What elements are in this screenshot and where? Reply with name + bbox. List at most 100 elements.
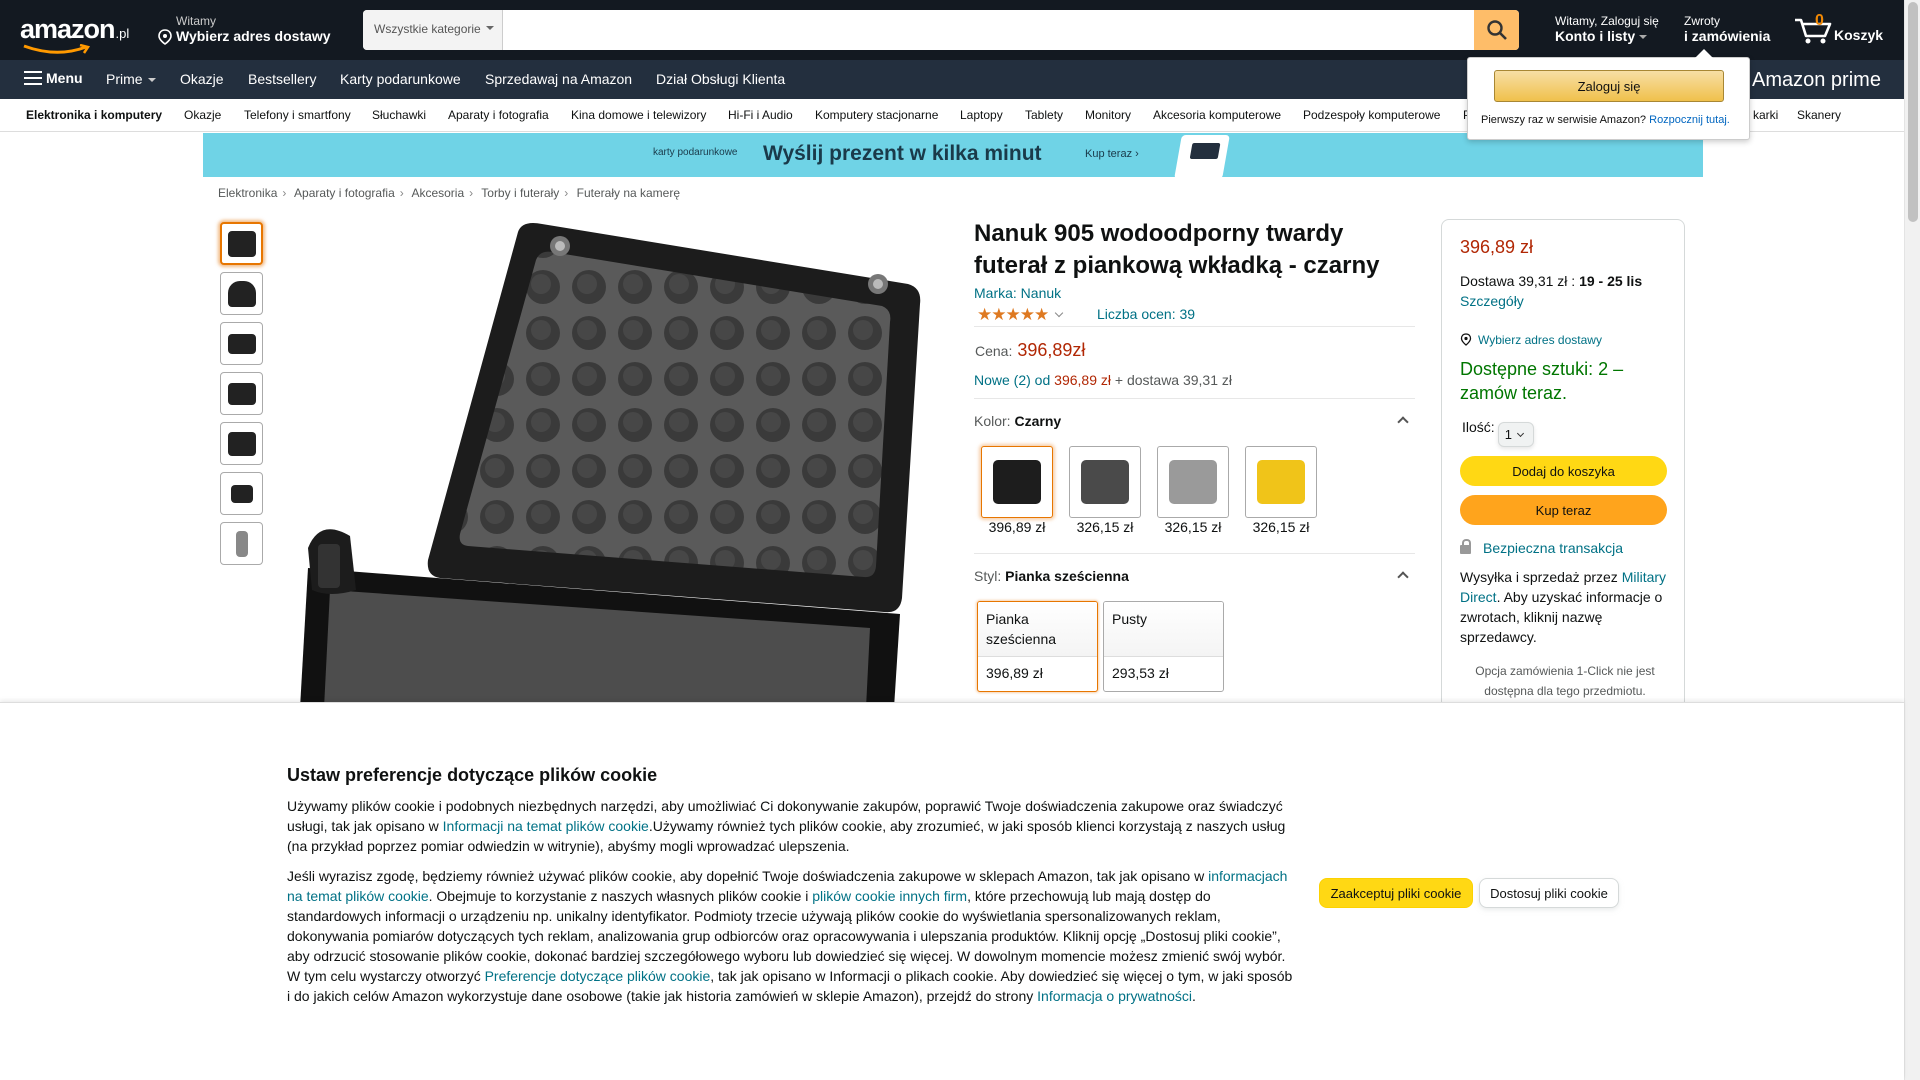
subnav-item[interactable]: Tablety xyxy=(1025,108,1063,122)
search-bar: Wszystkie kategorie xyxy=(363,10,1519,50)
color-label: Kolor: Czarny xyxy=(974,413,1061,429)
details-link[interactable]: Szczegóły xyxy=(1460,293,1524,309)
case-thumbnail-icon xyxy=(227,431,256,456)
style-option[interactable]: Pusty 293,53 zł xyxy=(1103,601,1224,692)
third-party-cookies-link[interactable]: plików cookie innych firm xyxy=(812,888,967,904)
scrollbar-thumb[interactable] xyxy=(1908,2,1918,222)
quantity-label: Ilość: xyxy=(1462,419,1495,435)
search-input[interactable] xyxy=(504,10,1464,50)
swatch-price: 326,15 zł xyxy=(1076,519,1134,535)
hamburger-menu-button[interactable]: Menu xyxy=(24,70,83,86)
thumbnail[interactable] xyxy=(220,222,263,265)
case-thumbnail-icon xyxy=(227,280,256,307)
nav-item-karty-podarunkowe[interactable]: Karty podarunkowe xyxy=(340,71,461,87)
account-label: Konto i listy xyxy=(1555,28,1636,44)
case-thumbnail-icon xyxy=(227,230,256,257)
star-rating[interactable]: ★★★★★ xyxy=(977,305,1074,325)
search-category-select[interactable]: Wszystkie kategorie xyxy=(363,10,503,50)
thumbnail[interactable] xyxy=(220,522,263,565)
nav-item-prime[interactable]: Prime xyxy=(106,71,156,87)
nav-item-bestsellery[interactable]: Bestsellery xyxy=(248,71,316,87)
breadcrumb-item[interactable]: Torby i futerały xyxy=(481,186,559,200)
new-customer-label: Pierwszy raz w serwisie Amazon? xyxy=(1481,114,1647,126)
quantity-select[interactable]: 1 xyxy=(1497,422,1534,447)
subnav-item[interactable]: karki xyxy=(1753,108,1778,122)
banner-giftcard-logo: karty podarunkowe xyxy=(653,147,738,158)
cookie-text: . xyxy=(1191,988,1196,1004)
signin-button[interactable]: Zaloguj się xyxy=(1494,70,1724,102)
rating-count-link[interactable]: Liczba ocen: 39 xyxy=(1097,306,1195,322)
cookie-info-link[interactable]: Informacji na temat plików cookie xyxy=(443,818,649,834)
subnav-item[interactable]: Słuchawki xyxy=(372,108,426,122)
seller-info: Wysyłka i sprzedaż przez Military Direct… xyxy=(1460,567,1675,647)
amazon-logo[interactable]: amazon.pl xyxy=(20,14,140,54)
subnav-item[interactable]: Akcesoria komputerowe xyxy=(1153,108,1281,122)
cookie-preferences-link[interactable]: Preferencje dotyczące plików cookie xyxy=(485,968,711,984)
quantity-row: Ilość: 1 xyxy=(1462,419,1534,447)
cart-button[interactable]: 0 Koszyk xyxy=(1793,10,1893,50)
banner-cta[interactable]: Kup teraz › xyxy=(1085,148,1139,160)
color-swatch[interactable] xyxy=(1157,446,1229,518)
delivery-prefix: Dostawa 39,31 zł : xyxy=(1460,273,1576,289)
subnav-item[interactable]: Okazje xyxy=(184,108,221,122)
subnav-item[interactable]: Komputery stacjonarne xyxy=(815,108,938,122)
chevron-up-icon[interactable] xyxy=(1397,416,1409,428)
returns-orders[interactable]: Zwroty i zamówienia xyxy=(1684,14,1770,44)
subnav-item[interactable]: Aparaty i fotografia xyxy=(448,108,549,122)
nav-item-obsluga-klienta[interactable]: Dział Obsługi Klienta xyxy=(656,71,785,87)
page-scrollbar[interactable] xyxy=(1904,0,1920,1080)
subnav-item[interactable]: Telefony i smartfony xyxy=(244,108,351,122)
buy-now-button[interactable]: Kup teraz xyxy=(1460,495,1667,525)
cart-label: Koszyk xyxy=(1834,27,1884,43)
thumbnail[interactable] xyxy=(220,472,263,515)
account-lists[interactable]: Witamy, Zaloguj się Konto i listy xyxy=(1555,14,1659,44)
add-to-cart-button[interactable]: Dodaj do koszyka xyxy=(1460,456,1667,486)
brand-link[interactable]: Marka: Nanuk xyxy=(974,285,1061,301)
secure-transaction-link[interactable]: Bezpieczna transakcja xyxy=(1460,539,1623,556)
subnav-item[interactable]: Podzespoły komputerowe xyxy=(1303,108,1440,122)
lock-icon xyxy=(1460,539,1471,554)
accept-cookies-button[interactable]: Zaakceptuj pliki cookie xyxy=(1319,878,1473,908)
hamburger-icon xyxy=(24,71,42,85)
subnav-item[interactable]: Kina domowe i telewizory xyxy=(571,108,706,122)
nav-item-okazje[interactable]: Okazje xyxy=(180,71,224,87)
choose-address-link[interactable]: Wybierz adres dostawy xyxy=(1460,333,1602,347)
case-thumbnail-icon xyxy=(227,382,256,405)
amazon-prime-ad[interactable]: Amazon prime xyxy=(1752,69,1881,92)
subnav-item[interactable]: Monitory xyxy=(1085,108,1131,122)
subnav-item[interactable]: Elektronika i komputery xyxy=(26,108,162,122)
thumbnail[interactable] xyxy=(220,422,263,465)
new-offers-link[interactable]: Nowe (2) od xyxy=(974,372,1050,388)
case-thumbnail-icon xyxy=(230,484,253,503)
search-button[interactable] xyxy=(1474,10,1519,50)
logo-text: amazon xyxy=(20,14,116,44)
thumbnail-strip xyxy=(220,222,263,572)
breadcrumb: Elektronika › Aparaty i fotografia › Akces… xyxy=(218,186,680,200)
thumbnail[interactable] xyxy=(220,322,263,365)
delivery-info: Dostawa 39,31 zł : 19 - 25 lis Szczegóły xyxy=(1460,271,1675,311)
nav-item-sprzedawaj[interactable]: Sprzedawaj na Amazon xyxy=(485,71,632,87)
customize-cookies-button[interactable]: Dostosuj pliki cookie xyxy=(1479,878,1619,908)
thumbnail[interactable] xyxy=(220,372,263,415)
buy-box: 396,89 zł Dostawa 39,31 zł : 19 - 25 lis… xyxy=(1441,219,1685,709)
thumbnail[interactable] xyxy=(220,272,263,315)
breadcrumb-item[interactable]: Elektronika xyxy=(218,186,277,200)
product-main-image[interactable] xyxy=(290,218,930,708)
divider xyxy=(974,398,1415,399)
style-option[interactable]: Pianka sześcienna 396,89 zł xyxy=(977,601,1098,692)
color-swatch[interactable] xyxy=(981,446,1053,518)
subnav-item[interactable]: Hi-Fi i Audio xyxy=(728,108,793,122)
color-swatch[interactable] xyxy=(1245,446,1317,518)
subnav-item[interactable]: Skanery xyxy=(1797,108,1841,122)
chevron-up-icon[interactable] xyxy=(1397,571,1409,583)
privacy-notice-link[interactable]: Informacja o prywatności xyxy=(1037,988,1192,1004)
breadcrumb-item[interactable]: Akcesoria xyxy=(411,186,464,200)
start-here-link[interactable]: Rozpocznij tutaj. xyxy=(1649,114,1730,126)
breadcrumb-item[interactable]: Futerały na kamerę xyxy=(577,186,680,200)
deliver-to[interactable]: Witamy Wybierz adres dostawy xyxy=(158,14,331,45)
breadcrumb-item[interactable]: Aparaty i fotografia xyxy=(294,186,395,200)
subnav-item[interactable]: Laptopy xyxy=(960,108,1003,122)
color-swatch[interactable] xyxy=(1069,446,1141,518)
divider xyxy=(974,326,1415,327)
divider xyxy=(974,553,1415,554)
